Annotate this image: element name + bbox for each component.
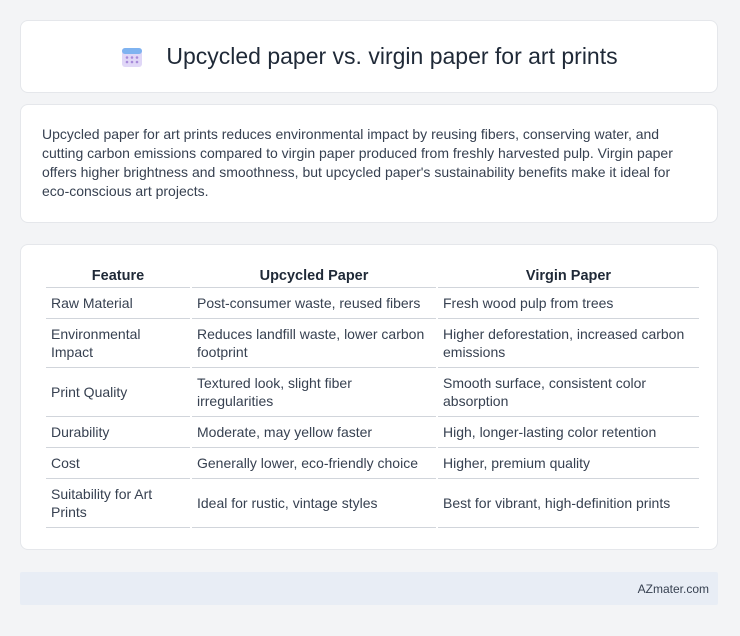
intro-card: Upcycled paper for art prints reduces en…	[20, 104, 718, 223]
row-feature: Environmental Impact	[46, 319, 190, 368]
table-row: Cost Generally lower, eco-friendly choic…	[46, 448, 699, 479]
row-feature: Durability	[46, 417, 190, 448]
row-feature: Print Quality	[46, 368, 190, 417]
footer: AZmater.com	[20, 572, 718, 605]
row-feature: Raw Material	[46, 288, 190, 319]
row-upcycled: Post-consumer waste, reused fibers	[192, 288, 436, 319]
row-upcycled: Ideal for rustic, vintage styles	[192, 479, 436, 528]
comparison-table: Feature Upcycled Paper Virgin Paper Raw …	[44, 263, 701, 528]
row-virgin: Smooth surface, consistent color absorpt…	[438, 368, 699, 417]
intro-text: Upcycled paper for art prints reduces en…	[42, 126, 673, 199]
header-feature: Feature	[46, 263, 190, 288]
table-header-row: Feature Upcycled Paper Virgin Paper	[46, 263, 699, 288]
table-row: Raw Material Post-consumer waste, reused…	[46, 288, 699, 319]
table-row: Environmental Impact Reduces landfill wa…	[46, 319, 699, 368]
row-upcycled: Generally lower, eco-friendly choice	[192, 448, 436, 479]
row-upcycled: Reduces landfill waste, lower carbon foo…	[192, 319, 436, 368]
page-title: Upcycled paper vs. virgin paper for art …	[166, 43, 618, 69]
row-virgin: Higher, premium quality	[438, 448, 699, 479]
title-card: Upcycled paper vs. virgin paper for art …	[20, 20, 718, 93]
row-virgin: Best for vibrant, high-definition prints	[438, 479, 699, 528]
header-virgin: Virgin Paper	[438, 263, 699, 288]
row-virgin: Fresh wood pulp from trees	[438, 288, 699, 319]
row-upcycled: Moderate, may yellow faster	[192, 417, 436, 448]
row-feature: Suitability for Art Prints	[46, 479, 190, 528]
row-virgin: High, longer-lasting color retention	[438, 417, 699, 448]
row-virgin: Higher deforestation, increased carbon e…	[438, 319, 699, 368]
table-row: Durability Moderate, may yellow faster H…	[46, 417, 699, 448]
row-feature: Cost	[46, 448, 190, 479]
header-upcycled: Upcycled Paper	[192, 263, 436, 288]
footer-brand[interactable]: AZmater.com	[638, 582, 709, 596]
comparison-table-card: Feature Upcycled Paper Virgin Paper Raw …	[20, 244, 718, 550]
row-upcycled: Textured look, slight fiber irregulariti…	[192, 368, 436, 417]
table-row: Suitability for Art Prints Ideal for rus…	[46, 479, 699, 528]
calendar-icon	[120, 45, 144, 69]
table-row: Print Quality Textured look, slight fibe…	[46, 368, 699, 417]
